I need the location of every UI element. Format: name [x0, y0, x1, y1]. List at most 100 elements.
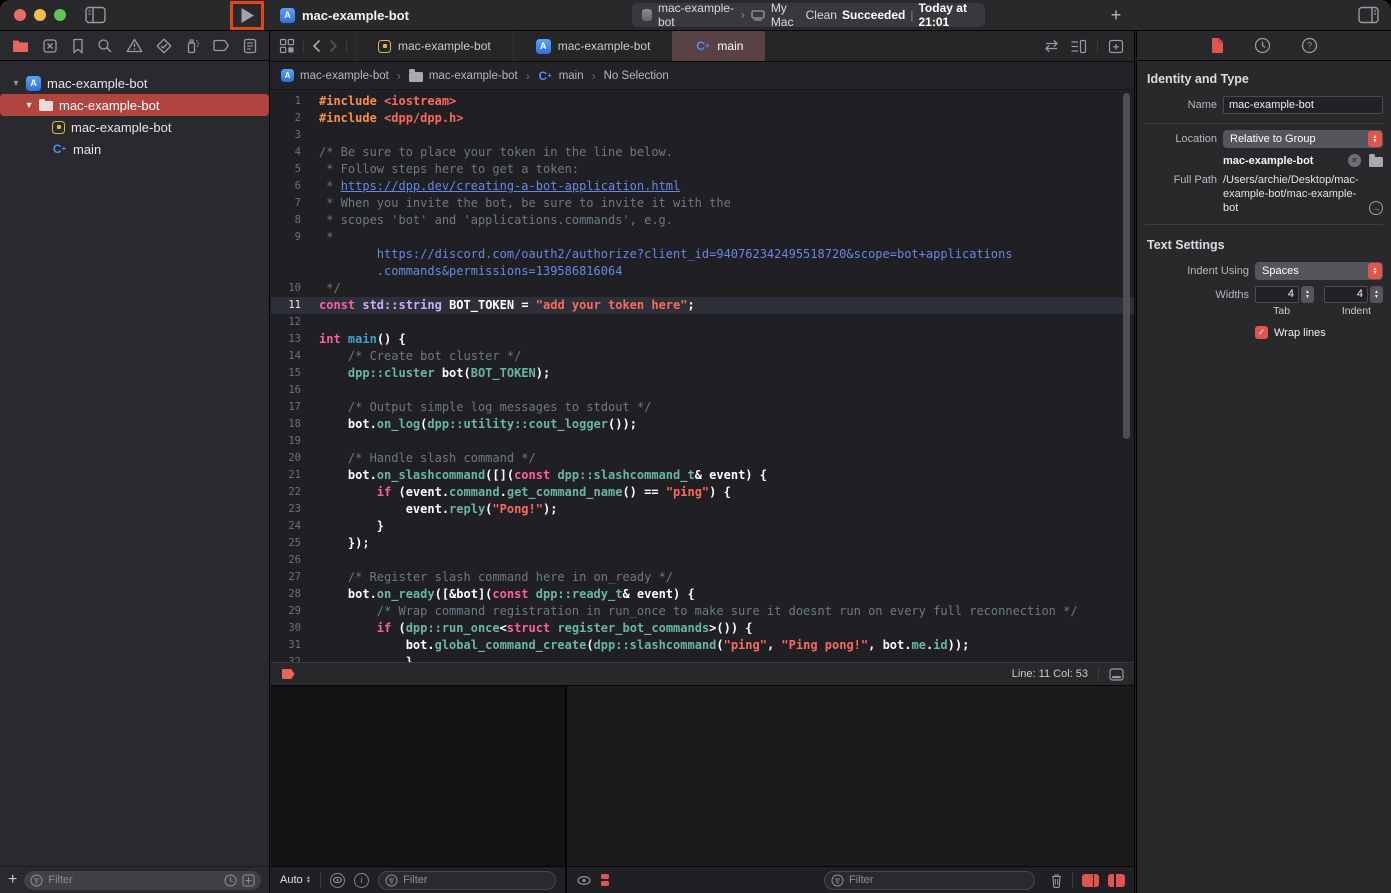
go-forward-icon[interactable]: [329, 39, 338, 53]
stepper-arrows-icon[interactable]: ▲▼: [1301, 286, 1314, 303]
code-line[interactable]: 8 * scopes 'bot' and 'applications.comma…: [271, 212, 1134, 229]
code-line[interactable]: 20 /* Handle slash command */: [271, 450, 1134, 467]
line-number-gutter[interactable]: 20: [271, 450, 311, 467]
code-line[interactable]: 13int main() {: [271, 331, 1134, 348]
line-number-gutter[interactable]: 2: [271, 110, 311, 127]
code-line[interactable]: 4/* Be sure to place your token in the l…: [271, 144, 1134, 161]
tree-item[interactable]: C+main: [0, 138, 269, 160]
source-editor[interactable]: 1#include <iostream>2#include <dpp/dpp.h…: [271, 90, 1134, 662]
line-number-gutter[interactable]: 31: [271, 637, 311, 654]
code-line[interactable]: 15 dpp::cluster bot(BOT_TOKEN);: [271, 365, 1134, 382]
line-number-gutter[interactable]: 25: [271, 535, 311, 552]
line-number-gutter[interactable]: 23: [271, 501, 311, 518]
code-line[interactable]: 17 /* Output simple log messages to stdo…: [271, 399, 1134, 416]
line-number-gutter[interactable]: 6: [271, 178, 311, 195]
code-line[interactable]: 7 * When you invite the bot, be sure to …: [271, 195, 1134, 212]
line-number-gutter[interactable]: 1: [271, 93, 311, 110]
code-line[interactable]: 32 }: [271, 654, 1134, 662]
line-number-gutter[interactable]: 17: [271, 399, 311, 416]
line-number-gutter[interactable]: 11: [271, 297, 311, 314]
close-window-button[interactable]: [14, 9, 26, 21]
line-number-gutter[interactable]: 12: [271, 314, 311, 331]
line-number-gutter[interactable]: 24: [271, 518, 311, 535]
minimize-window-button[interactable]: [34, 9, 46, 21]
code-line[interactable]: 9 *: [271, 229, 1134, 246]
code-line[interactable]: 6 * https://dpp.dev/creating-a-bot-appli…: [271, 178, 1134, 195]
toggle-inspector-icon[interactable]: [1358, 6, 1379, 24]
code-line[interactable]: 19: [271, 433, 1134, 450]
line-number-gutter[interactable]: 27: [271, 569, 311, 586]
toggle-navigator-icon[interactable]: [85, 6, 106, 24]
line-number-gutter[interactable]: 28: [271, 586, 311, 603]
indent-using-dropdown[interactable]: Spaces ▲▼: [1255, 262, 1383, 280]
line-number-gutter[interactable]: 32: [271, 654, 311, 662]
activity-status[interactable]: Clean Succeeded | Today at 21:01: [806, 1, 975, 29]
line-number-gutter[interactable]: 16: [271, 382, 311, 399]
line-number-gutter[interactable]: 3: [271, 127, 311, 144]
code-line[interactable]: https://discord.com/oauth2/authorize?cli…: [271, 246, 1134, 263]
breakpoints-toggle-icon[interactable]: [281, 668, 296, 680]
toggle-variables-view-icon[interactable]: [1082, 874, 1099, 887]
line-number-gutter[interactable]: 21: [271, 467, 311, 484]
disclosure-chevron-icon[interactable]: ▾: [8, 78, 24, 89]
code-line[interactable]: 22 if (event.command.get_command_name() …: [271, 484, 1134, 501]
go-back-icon[interactable]: [312, 39, 321, 53]
quick-help-inspector-icon[interactable]: ?: [1301, 37, 1318, 54]
code-line[interactable]: 21 bot.on_slashcommand([](const dpp::sla…: [271, 467, 1134, 484]
toggle-debug-area-icon[interactable]: [1109, 668, 1124, 681]
breakpoint-list-icon[interactable]: [601, 874, 609, 887]
code-line[interactable]: 1#include <iostream>: [271, 93, 1134, 110]
navigator-filter-field[interactable]: Filter: [24, 871, 261, 890]
source-control-navigator-icon[interactable]: [42, 38, 58, 54]
disclosure-chevron-icon[interactable]: ▾: [21, 100, 37, 111]
code-line[interactable]: 25 });: [271, 535, 1134, 552]
line-number-gutter[interactable]: 29: [271, 603, 311, 620]
line-number-gutter[interactable]: [271, 263, 311, 280]
overview-grid-icon[interactable]: [279, 38, 295, 54]
code-line[interactable]: 11const std::string BOT_TOKEN = "add you…: [271, 297, 1134, 314]
code-line[interactable]: 31 bot.global_command_create(dpp::slashc…: [271, 637, 1134, 654]
scheme-destination[interactable]: My Mac: [771, 1, 806, 29]
add-file-button[interactable]: +: [8, 871, 17, 889]
line-col-indicator[interactable]: Line: 11 Col: 53: [1012, 668, 1088, 680]
console-filter-field[interactable]: Filter: [824, 871, 1035, 890]
line-number-gutter[interactable]: 30: [271, 620, 311, 637]
scheme-target[interactable]: mac-example-bot: [658, 1, 735, 29]
tree-item[interactable]: ▾Amac-example-bot: [0, 72, 269, 94]
editor-tab[interactable]: C+main: [672, 31, 765, 61]
line-number-gutter[interactable]: 13: [271, 331, 311, 348]
code-line[interactable]: 23 event.reply("Pong!");: [271, 501, 1134, 518]
line-number-gutter[interactable]: 26: [271, 552, 311, 569]
clear-location-icon[interactable]: ✕: [1348, 154, 1361, 167]
add-editor-icon[interactable]: [1108, 39, 1124, 54]
tree-item[interactable]: ▾mac-example-bot: [0, 94, 269, 116]
line-number-gutter[interactable]: 5: [271, 161, 311, 178]
line-number-gutter[interactable]: 19: [271, 433, 311, 450]
file-inspector-icon[interactable]: [1210, 37, 1224, 54]
wrap-lines-checkbox[interactable]: ✓: [1255, 326, 1268, 339]
indent-width-stepper[interactable]: 4 ▲▼: [1324, 286, 1383, 303]
adjust-editor-options-icon[interactable]: [1070, 39, 1087, 54]
code-line[interactable]: 28 bot.on_ready([&bot](const dpp::ready_…: [271, 586, 1134, 603]
variables-scope-dropdown[interactable]: Auto ▲▼: [280, 874, 311, 886]
related-items-icon[interactable]: [1043, 39, 1060, 53]
breadcrumb-item[interactable]: C+main: [538, 69, 584, 83]
code-line[interactable]: 3: [271, 127, 1134, 144]
code-line[interactable]: 29 /* Wrap command registration in run_o…: [271, 603, 1134, 620]
line-number-gutter[interactable]: 9: [271, 229, 311, 246]
editor-tab[interactable]: mac-example-bot: [355, 31, 513, 61]
code-line[interactable]: 18 bot.on_log(dpp::utility::cout_logger(…: [271, 416, 1134, 433]
scheme-selector[interactable]: mac-example-bot › My Mac: [642, 1, 806, 29]
open-path-arrow-icon[interactable]: →: [1369, 201, 1383, 215]
variables-filter-field[interactable]: Filter: [378, 871, 556, 890]
line-number-gutter[interactable]: 15: [271, 365, 311, 382]
line-number-gutter[interactable]: 7: [271, 195, 311, 212]
line-number-gutter[interactable]: 4: [271, 144, 311, 161]
editor-scrollbar[interactable]: [1123, 93, 1130, 439]
issues-navigator-icon[interactable]: [126, 38, 143, 53]
find-navigator-icon[interactable]: [97, 38, 113, 54]
variables-info-icon[interactable]: i: [354, 873, 369, 888]
breakpoints-navigator-icon[interactable]: [213, 39, 230, 52]
breadcrumb-item[interactable]: Amac-example-bot: [281, 69, 389, 82]
show-variables-eye-icon[interactable]: [330, 873, 345, 888]
